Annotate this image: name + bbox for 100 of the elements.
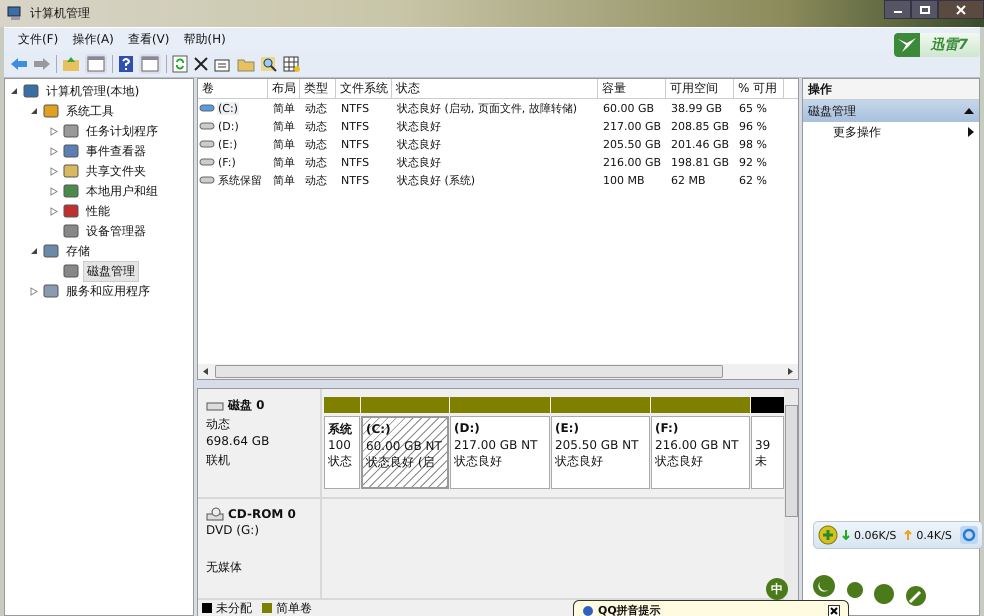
column-header[interactable]: 布局: [268, 79, 300, 98]
partition-block[interactable]: (E:) 205.50 GB NT 状态良好: [551, 416, 650, 489]
actions-section[interactable]: 磁盘管理: [803, 100, 979, 122]
partition-size: 216.00 GB NT: [655, 438, 740, 452]
close-button[interactable]: [828, 605, 840, 616]
table-cell: NTFS: [340, 120, 370, 132]
tree-item[interactable]: 本地用户和组: [83, 182, 161, 200]
expand-arrow-icon[interactable]: [50, 146, 58, 156]
horizontal-scrollbar[interactable]: [198, 364, 798, 379]
partition-status: 状态良好: [655, 453, 704, 470]
partition-status: 状态良好: [555, 453, 604, 470]
popup-title: QQ拼音提示: [598, 605, 661, 616]
tree-item[interactable]: 事件查看器: [83, 142, 149, 160]
column-header[interactable]: 文件系统: [336, 79, 392, 98]
close-button[interactable]: [938, 0, 984, 19]
table-cell: 状态良好: [396, 136, 442, 152]
partition-label: (C:): [366, 422, 392, 438]
tree-item[interactable]: 共享文件夹: [83, 162, 149, 180]
menu-item[interactable]: 文件(F): [12, 31, 64, 48]
cd-drive-icon: [206, 507, 224, 521]
maximize-icon: [920, 6, 930, 14]
table-cell: 动态: [304, 172, 328, 188]
scroll-left-icon[interactable]: [203, 368, 208, 375]
table-cell: 198.81 GB: [670, 156, 730, 168]
disk-name: CD-ROM 0: [228, 507, 296, 521]
table-cell: 状态良好 (系统): [396, 172, 476, 188]
table-cell: NTFS: [340, 174, 370, 186]
partition-size: 217.00 GB NT: [454, 438, 538, 452]
menu-item[interactable]: 帮助(H): [177, 31, 232, 48]
table-cell: 动态: [304, 118, 328, 134]
table-cell: 60.00 GB: [602, 102, 656, 114]
tree-item[interactable]: 存储: [63, 242, 93, 260]
table-cell: 状态良好 (启动, 页面文件, 故障转储): [396, 100, 578, 116]
column-header[interactable]: 类型: [300, 79, 336, 98]
expand-arrow-icon[interactable]: [50, 166, 58, 176]
grid-icon[interactable]: [283, 56, 301, 72]
column-header[interactable]: 状态: [392, 79, 598, 98]
disk-status: 无媒体: [206, 559, 243, 575]
help-icon[interactable]: [118, 55, 134, 73]
close-icon: [956, 4, 966, 14]
collapse-arrow-icon[interactable]: [10, 87, 18, 95]
table-cell: 100 MB: [602, 174, 646, 186]
partition-block[interactable]: 39 未: [751, 416, 784, 489]
expand-arrow-icon[interactable]: [30, 286, 38, 296]
expand-arrow-icon[interactable]: [50, 186, 58, 196]
download-speed: 0.06K/S: [854, 528, 896, 542]
partition-block[interactable]: (C:) 60.00 GB NT 状态良好 (启: [361, 416, 449, 489]
tree-item[interactable]: 系统工具: [63, 102, 117, 120]
partition-block[interactable]: (D:) 217.00 GB NT 状态良好: [450, 416, 550, 489]
tree-item[interactable]: 设备管理器: [83, 222, 149, 240]
table-cell: 201.46 GB: [670, 138, 730, 150]
collapse-arrow-icon[interactable]: [30, 107, 38, 115]
table-cell: 216.00 GB: [602, 156, 662, 168]
column-header[interactable]: % 可用: [734, 79, 784, 98]
action-item[interactable]: 更多操作: [803, 122, 979, 142]
menu-item[interactable]: 操作(A): [66, 31, 120, 48]
up-arrow-icon: [904, 530, 912, 540]
table-cell: 状态良好: [396, 118, 442, 134]
partition-status: 状态: [328, 453, 353, 470]
plus-circle-icon[interactable]: [818, 525, 838, 545]
table-cell[interactable]: (E:): [217, 138, 238, 150]
table-cell[interactable]: 系统保留: [217, 172, 263, 188]
maximize-button[interactable]: [911, 0, 938, 19]
browser-icon[interactable]: [960, 526, 978, 544]
column-header[interactable]: 容量: [598, 79, 666, 98]
table-cell[interactable]: (D:): [217, 120, 240, 132]
table-cell: 96 %: [738, 120, 768, 132]
table-cell: 217.00 GB: [602, 120, 662, 132]
table-cell[interactable]: (C:): [217, 102, 239, 114]
refresh-icon[interactable]: [172, 55, 188, 73]
delete-icon[interactable]: [193, 56, 209, 72]
partition-label: (E:): [555, 421, 580, 437]
disk-type: 动态: [206, 416, 231, 432]
tree-item[interactable]: 任务计划程序: [83, 122, 161, 140]
brand-badge[interactable]: 迅雷7: [894, 32, 980, 56]
partition-size: 39: [755, 438, 772, 452]
tree-item[interactable]: 性能: [83, 202, 113, 220]
scroll-right-icon[interactable]: [788, 368, 793, 375]
collapse-arrow-icon[interactable]: [30, 247, 38, 255]
table-cell: 简单: [272, 172, 296, 188]
back-arrow-icon[interactable]: [10, 56, 28, 72]
partition-block[interactable]: 系统 100 状态: [324, 416, 360, 489]
expand-arrow-icon[interactable]: [50, 126, 58, 136]
pane-icon[interactable]: [139, 54, 161, 74]
table-cell[interactable]: (F:): [217, 156, 237, 168]
tree-item[interactable]: 计算机管理(本地): [43, 82, 142, 100]
minimize-button[interactable]: [884, 0, 911, 19]
expand-arrow-icon[interactable]: [50, 206, 58, 216]
column-header[interactable]: 卷: [198, 79, 268, 98]
disk-status: 联机: [206, 452, 231, 468]
submenu-arrow-icon: [968, 127, 974, 137]
magnifier-icon[interactable]: [260, 56, 278, 72]
column-header[interactable]: 可用空间: [666, 79, 734, 98]
pane-icon[interactable]: [85, 54, 107, 74]
menu-item[interactable]: 查看(V): [122, 31, 176, 48]
tree-item[interactable]: 服务和应用程序: [63, 282, 153, 300]
folder-up-icon[interactable]: [62, 56, 80, 72]
tree-item[interactable]: 磁盘管理: [83, 260, 139, 282]
partition-block[interactable]: (F:) 216.00 GB NT 状态良好: [651, 416, 750, 489]
table-cell: 38.99 GB: [670, 102, 724, 114]
